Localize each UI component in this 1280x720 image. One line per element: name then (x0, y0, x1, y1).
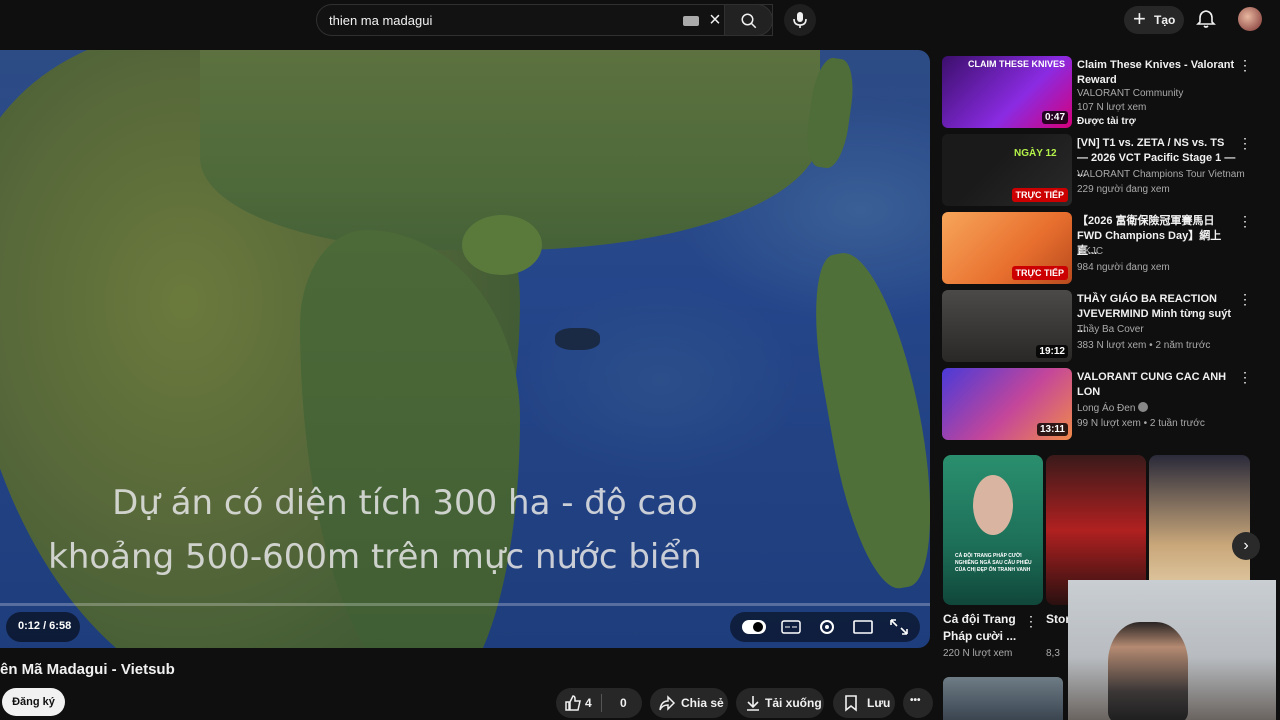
subscribe-button[interactable]: Đăng ký (2, 688, 65, 716)
dislike-button[interactable]: 0 (620, 696, 627, 710)
more-vert-icon[interactable]: ⋮ (1238, 58, 1252, 78)
chevron-right-icon[interactable]: › (1232, 532, 1260, 560)
live-badge: TRỰC TIẾP (1011, 188, 1068, 202)
divider (601, 694, 602, 712)
video-thumbnail[interactable]: TRỰC TIẾP (942, 212, 1072, 284)
verified-icon (1138, 402, 1149, 412)
more-vert-icon[interactable]: ⋮ (1238, 292, 1252, 312)
video-thumbnail[interactable]: NGÀY 12 TRỰC TIẾP (942, 134, 1072, 206)
recommendation-title[interactable]: Claim These Knives - Valorant Reward (1077, 58, 1237, 88)
search-box[interactable]: thien ma madagui × (316, 4, 773, 36)
shorts-title[interactable]: Stor wor (1046, 611, 1068, 628)
thumbnail-text: CLAIM THESE KNIVES (968, 59, 1066, 69)
search-input[interactable]: thien ma madagui (329, 13, 432, 28)
video-subtitle: Dự án có diện tích 300 ha - độ cao (112, 483, 698, 523)
keyboard-icon[interactable] (683, 16, 699, 26)
save-label: Lưu (867, 696, 891, 710)
video-thumbnail[interactable] (943, 677, 1063, 720)
avatar[interactable] (1238, 7, 1262, 31)
live-badge: TRỰC TIẾP (1011, 266, 1068, 280)
shorts-title[interactable]: Cả đội Trang Pháp cười ... (943, 611, 1023, 645)
video-player[interactable]: Dự án có diện tích 300 ha - độ cao khoản… (0, 50, 930, 648)
shorts-views: 220 N lượt xem (943, 648, 1013, 659)
subtitles-icon[interactable] (780, 618, 802, 636)
channel-name[interactable]: VALORANT Community (1077, 88, 1247, 99)
webcam-overlay (1068, 580, 1276, 720)
download-icon (747, 696, 759, 711)
person-image (1108, 622, 1188, 720)
viewer-count: 984 người đang xem (1077, 262, 1170, 273)
thumbnail-text: NGÀY 12 (1014, 148, 1057, 159)
share-icon (659, 695, 676, 711)
more-vert-icon[interactable]: ⋮ (1024, 614, 1038, 634)
theater-mode-icon[interactable] (852, 618, 874, 636)
player-controls (730, 612, 920, 642)
channel-name-text: VALORANT Champions Tour Vietnam (1077, 169, 1245, 180)
view-count: 383 N lượt xem • 2 năm trước (1077, 340, 1211, 351)
map-island (462, 215, 542, 275)
channel-name[interactable]: Thầy Ba Cover (1077, 324, 1247, 335)
progress-bar[interactable] (0, 603, 930, 606)
channel-name-text: Long Áo Đen (1077, 403, 1136, 414)
shorts-thumbnail[interactable]: CẢ ĐỘI TRANG PHÁP CƯỜI NGHIÊNG NGẢ SAU C… (943, 455, 1043, 605)
video-subtitle: khoảng 500-600m trên mực nước biển (48, 537, 702, 577)
channel-name[interactable]: VALORANT Champions Tour Vietnam (1077, 168, 1247, 180)
fullscreen-icon[interactable] (888, 618, 910, 636)
plus-icon: + (1133, 6, 1146, 31)
share-button[interactable]: Chia sẻ (650, 688, 728, 718)
mic-icon (793, 12, 807, 28)
time-text: 0:12 / 6:58 (18, 620, 72, 632)
thumbs-up-icon[interactable] (564, 694, 582, 712)
duration-badge: 0:47 (1041, 111, 1068, 124)
person-image (973, 475, 1013, 535)
recommendation-item[interactable]: 13:11 VALORANT CUNG CAC ANH LON Long Áo … (942, 368, 1262, 440)
settings-icon[interactable] (816, 618, 838, 636)
viewer-count: 229 người đang xem (1077, 184, 1170, 195)
search-button[interactable] (724, 4, 773, 36)
download-label: Tải xuống (765, 696, 822, 710)
recommendation-item[interactable]: 19:12 THẦY GIÁO BA REACTION JVEVERMIND M… (942, 290, 1262, 362)
video-thumbnail[interactable]: 13:11 (942, 368, 1072, 440)
shorts-caption: CẢ ĐỘI TRANG PHÁP CƯỜI NGHIÊNG NGẢ SAU C… (955, 553, 1032, 573)
bell-icon[interactable] (1196, 9, 1216, 29)
time-display: 0:12 / 6:58 (6, 612, 80, 642)
duration-badge: 19:12 (1036, 345, 1068, 358)
more-vert-icon[interactable]: ⋮ (1238, 136, 1252, 156)
like-dislike-group: 4 0 (556, 688, 642, 718)
sponsored-label: Được tài trợ (1077, 116, 1136, 127)
save-button[interactable]: Lưu (833, 688, 895, 718)
clear-search-icon[interactable]: × (705, 10, 725, 30)
recommendation-item[interactable]: CLAIM THESE KNIVES 0:47 Claim These Kniv… (942, 56, 1262, 128)
voice-search-button[interactable] (784, 4, 816, 36)
recommendation-item[interactable]: TRỰC TIẾP 【2026 富衛保險冠軍賽馬日 FWD Champions … (942, 212, 1262, 284)
recommendation-item[interactable]: NGÀY 12 TRỰC TIẾP [VN] T1 vs. ZETA / NS … (942, 134, 1262, 206)
share-label: Chia sẻ (681, 696, 724, 710)
autoplay-toggle[interactable] (742, 620, 766, 634)
more-icon: ••• (910, 695, 921, 706)
bookmark-icon (845, 695, 857, 712)
view-count: 107 N lượt xem (1077, 102, 1147, 113)
more-vert-icon[interactable]: ⋮ (1238, 214, 1252, 234)
search-icon (741, 13, 757, 29)
like-count: 4 (585, 696, 592, 710)
video-thumbnail[interactable]: 19:12 (942, 290, 1072, 362)
recommendation-title[interactable]: VALORANT CUNG CAC ANH LON (1077, 370, 1237, 400)
channel-name[interactable]: HKJC (1077, 246, 1247, 257)
top-bar: thien ma madagui × + Tạo (0, 0, 1280, 48)
view-count: 99 N lượt xem • 2 tuần trước (1077, 418, 1205, 429)
create-label: Tạo (1154, 13, 1176, 27)
create-button[interactable]: + Tạo (1124, 6, 1184, 34)
download-button[interactable]: Tải xuống (736, 688, 824, 718)
video-thumbnail[interactable]: CLAIM THESE KNIVES 0:47 (942, 56, 1072, 128)
more-actions-button[interactable]: ••• (903, 688, 933, 718)
duration-badge: 13:11 (1036, 423, 1068, 436)
map-reef (555, 328, 600, 350)
shorts-views: 8,3 (1046, 648, 1060, 659)
video-title: ên Mã Madagui - Vietsub (0, 661, 175, 678)
channel-name[interactable]: Long Áo Đen (1077, 402, 1247, 414)
more-vert-icon[interactable]: ⋮ (1238, 370, 1252, 390)
